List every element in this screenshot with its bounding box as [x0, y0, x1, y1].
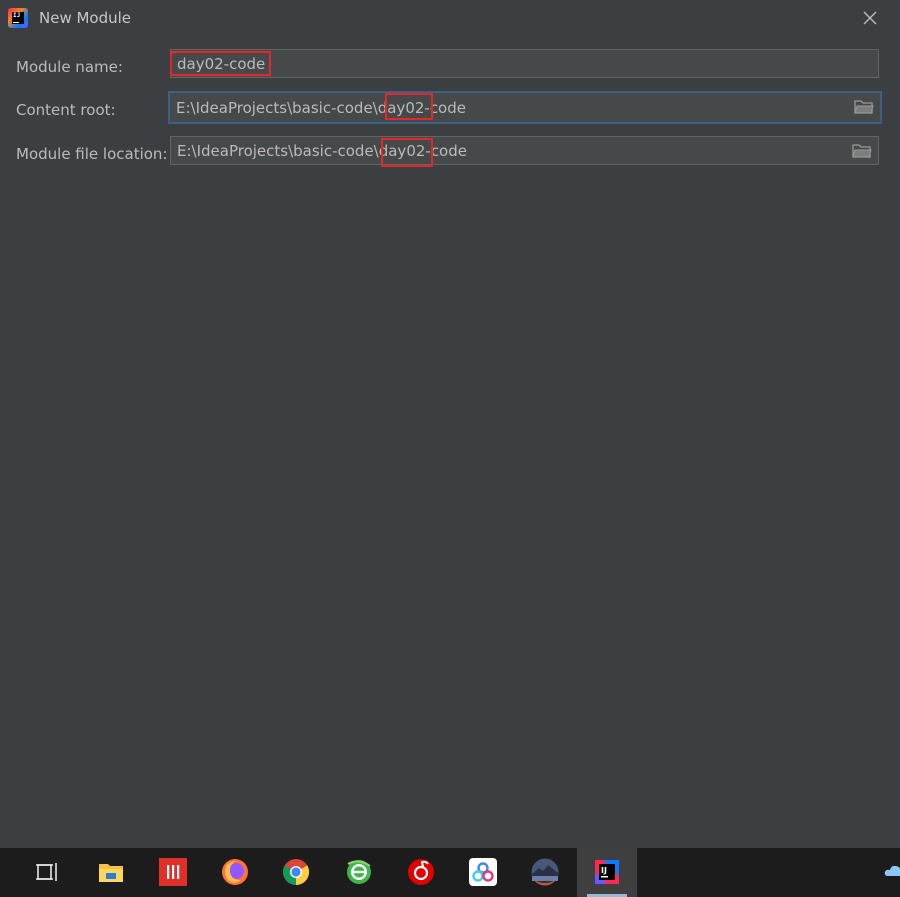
- taskbar-item-photo-app[interactable]: [515, 848, 575, 897]
- taskbar-tray-onedrive[interactable]: [876, 848, 900, 897]
- taskbar-item-firefox[interactable]: [205, 848, 265, 897]
- 360-browser-icon: [347, 860, 371, 884]
- taskbar-item-chrome[interactable]: [266, 848, 326, 897]
- content-root-browse-button[interactable]: [854, 98, 874, 116]
- module-file-location-field[interactable]: [170, 136, 879, 165]
- content-root-field[interactable]: [168, 91, 882, 124]
- taskbar-item-baidu-netdisk[interactable]: [453, 848, 513, 897]
- photo-app-icon: [531, 858, 559, 886]
- module-file-location-label: Module file location:: [16, 145, 168, 163]
- taskbar-item-intellij-idea[interactable]: IJ: [577, 848, 637, 897]
- taskbar-item-red-app[interactable]: [143, 848, 203, 897]
- taskbar-item-360-browser[interactable]: [329, 848, 389, 897]
- taskbar-item-file-explorer[interactable]: [81, 848, 141, 897]
- module-name-label: Module name:: [16, 58, 123, 76]
- content-root-label: Content root:: [16, 101, 116, 119]
- firefox-icon: [222, 859, 248, 885]
- title-bar: IJ New Module: [0, 0, 900, 36]
- module-name-field[interactable]: [170, 49, 879, 78]
- taskbar-item-task-view[interactable]: [17, 848, 77, 897]
- module-file-location-browse-button[interactable]: [852, 142, 872, 160]
- onedrive-cloud-icon: [884, 865, 900, 876]
- file-explorer-icon: [99, 864, 123, 882]
- content-root-input[interactable]: [176, 93, 846, 122]
- intellij-idea-icon: IJ: [8, 8, 28, 28]
- dialog-title: New Module: [39, 9, 132, 27]
- task-view-icon: [36, 863, 57, 881]
- taskbar-item-netease-music[interactable]: [391, 848, 451, 897]
- baidu-netdisk-icon: [469, 858, 497, 886]
- close-icon: [863, 11, 877, 25]
- taskbar: IJ: [0, 848, 900, 897]
- folder-icon: [854, 100, 874, 114]
- chrome-icon: [282, 859, 310, 886]
- module-name-input[interactable]: [177, 50, 847, 77]
- intellij-idea-icon: IJ: [595, 860, 619, 884]
- module-file-location-input[interactable]: [177, 137, 847, 164]
- close-button[interactable]: [858, 6, 882, 30]
- netease-music-icon: [408, 859, 434, 885]
- folder-icon: [852, 144, 872, 158]
- svg-text:IJ: IJ: [601, 866, 607, 875]
- red-app-icon: [159, 858, 187, 886]
- new-module-dialog: IJ New Module Module name: Content root:…: [0, 0, 900, 848]
